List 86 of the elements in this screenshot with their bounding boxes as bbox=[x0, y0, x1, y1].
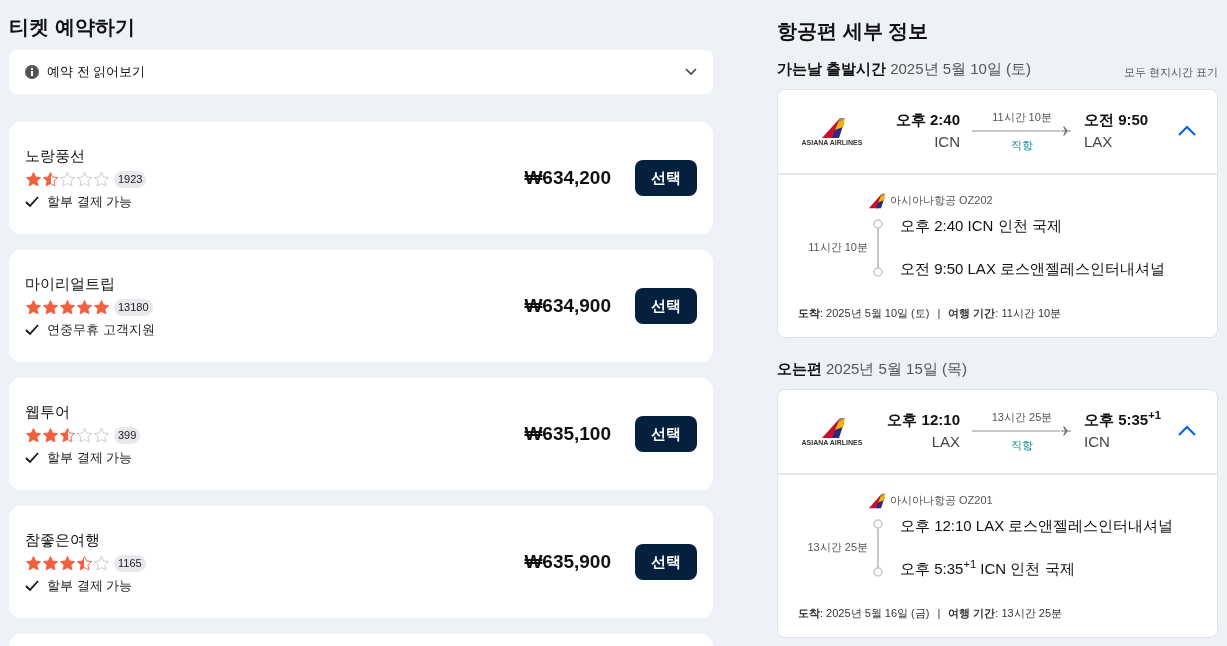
departure-detail: 오후 2:40 ICN 인천 국제 bbox=[900, 215, 1063, 236]
star-icon bbox=[42, 299, 59, 316]
star-icon bbox=[93, 427, 110, 444]
star-icon bbox=[42, 555, 59, 572]
arrival-code: ICN bbox=[1084, 432, 1110, 452]
departure-code: ICN bbox=[934, 132, 960, 152]
star-icon bbox=[25, 427, 42, 444]
price: ₩634,200 bbox=[524, 165, 611, 190]
select-button[interactable]: 선택 bbox=[635, 544, 697, 580]
star-icon bbox=[93, 555, 110, 572]
star-icon bbox=[59, 299, 76, 316]
star-icon bbox=[76, 555, 93, 572]
departure-time: 오후 12:10 bbox=[887, 409, 960, 430]
stops-label: 직항 bbox=[1011, 438, 1033, 453]
star-icon bbox=[59, 171, 76, 188]
separator: | bbox=[937, 305, 941, 321]
feature-text: 할부 결제 가능 bbox=[47, 449, 133, 467]
chevron-icon bbox=[1177, 125, 1197, 137]
timeline-icon bbox=[872, 217, 884, 278]
leg-date: 2025년 5월 15일 (목) bbox=[826, 359, 967, 379]
star-icon bbox=[25, 171, 42, 188]
details-title: 항공편 세부 정보 bbox=[777, 19, 930, 44]
arrival-detail: 오후 5:35$^{+1}$ ICN 인천 국제 bbox=[900, 558, 1076, 579]
price: ₩635,100 bbox=[524, 421, 611, 446]
price: ₩635,900 bbox=[524, 549, 611, 574]
arrival-code: LAX bbox=[1084, 132, 1113, 152]
star-icon bbox=[76, 427, 93, 444]
stops-label: 직항 bbox=[1011, 138, 1033, 153]
agency-name: 웹투어 bbox=[25, 401, 71, 422]
info-icon bbox=[25, 65, 39, 79]
page-title: 티켓 예약하기 bbox=[9, 15, 136, 40]
notice-dropdown[interactable]: 예약 전 읽어보기 bbox=[9, 50, 713, 94]
review-count-bubble: 1923 bbox=[114, 171, 147, 188]
star-icon bbox=[42, 171, 59, 188]
separator: | bbox=[937, 605, 941, 621]
departure-detail: 오후 12:10 LAX 로스앤젤레스인터내셔널 bbox=[900, 515, 1174, 536]
star-icon bbox=[93, 171, 110, 188]
star-icon bbox=[76, 299, 93, 316]
star-icon bbox=[42, 427, 59, 444]
segment-duration: 11시간 10분 bbox=[807, 240, 868, 256]
check-icon bbox=[25, 323, 39, 336]
check-icon bbox=[25, 195, 39, 208]
star-icon bbox=[59, 555, 76, 572]
select-button[interactable]: 선택 bbox=[635, 288, 697, 324]
star-icon bbox=[59, 427, 76, 444]
select-button[interactable]: 선택 bbox=[635, 160, 697, 196]
plane-icon bbox=[1060, 125, 1072, 137]
check-icon bbox=[25, 451, 39, 464]
review-count-bubble: 399 bbox=[114, 427, 141, 444]
feature-text: 연중무휴 고객지원 bbox=[47, 321, 155, 339]
agency-name: 참좋은여행 bbox=[25, 529, 101, 550]
leg-label: 오는편 bbox=[777, 359, 822, 379]
total-duration: 여행 기간: 11시간 10분 bbox=[948, 305, 1062, 321]
plane-icon bbox=[1060, 425, 1072, 437]
feature-text: 할부 결제 가능 bbox=[47, 577, 133, 595]
agency-name: 노랑풍선 bbox=[25, 145, 86, 166]
leg-date: 2025년 5월 10일 (토) bbox=[890, 59, 1032, 79]
price: ₩634,900 bbox=[524, 293, 611, 318]
arrival-time: 오후 5:35$^{+1}$ bbox=[1084, 408, 1162, 430]
arrival-time: 오전 9:50 bbox=[1084, 109, 1149, 130]
star-icon bbox=[25, 299, 42, 316]
chevron-icon bbox=[1177, 425, 1197, 437]
star-icon bbox=[93, 299, 110, 316]
arrival-detail: 오전 9:50 LAX 로스앤젤레스인터내셔널 bbox=[900, 259, 1166, 279]
timeline-icon bbox=[872, 517, 884, 578]
check-icon bbox=[25, 579, 39, 592]
flight-number: 아시아나항공 OZ201 bbox=[890, 493, 993, 509]
review-count-bubble: 1165 bbox=[114, 555, 146, 572]
feature-text: 할부 결제 가능 bbox=[47, 193, 133, 211]
departure-code: LAX bbox=[931, 432, 960, 452]
review-count-bubble: 13180 bbox=[114, 299, 153, 316]
agency-name: 마이리얼트립 bbox=[25, 273, 116, 294]
flight-duration: 11시간 10분 bbox=[992, 109, 1052, 125]
total-duration: 여행 기간: 13시간 25분 bbox=[948, 605, 1062, 621]
flight-number: 아시아나항공 OZ202 bbox=[890, 193, 993, 209]
arrival-date: 도착: 2025년 5월 10일 (토) bbox=[798, 305, 930, 321]
chevron-icon bbox=[685, 68, 697, 76]
select-button[interactable]: 선택 bbox=[635, 416, 697, 452]
star-icon bbox=[76, 171, 93, 188]
segment-duration: 13시간 25분 bbox=[806, 540, 868, 556]
leg-label: 가는날 출발시간 bbox=[777, 59, 887, 79]
star-icon bbox=[25, 555, 42, 572]
arrival-date: 도착: 2025년 5월 16일 (금) bbox=[798, 605, 930, 621]
flight-duration: 13시간 25분 bbox=[991, 409, 1053, 425]
local-time-note: 모두 현지시간 표기 bbox=[1123, 65, 1218, 80]
departure-time: 오후 2:40 bbox=[895, 109, 960, 130]
